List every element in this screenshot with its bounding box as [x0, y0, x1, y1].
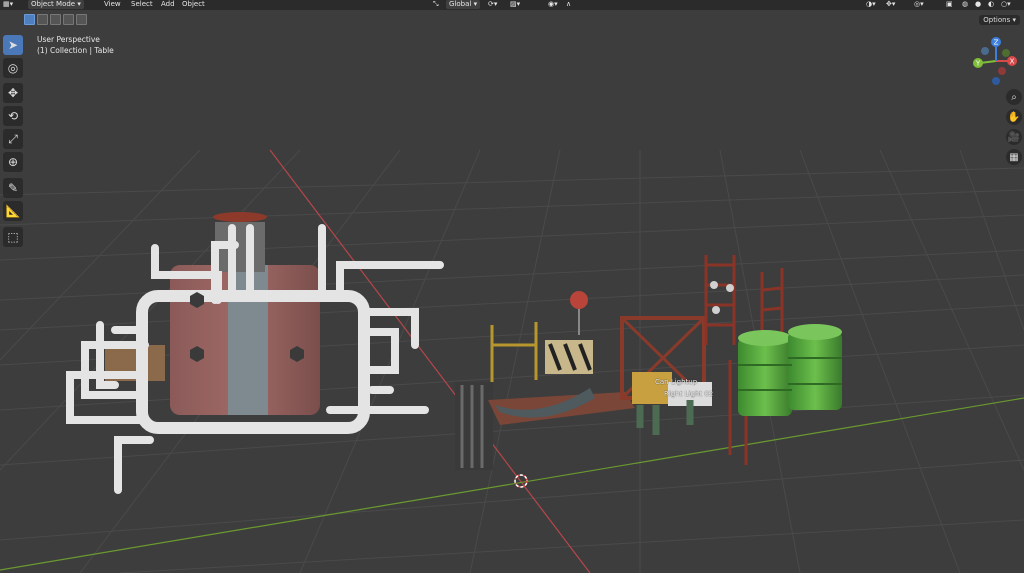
select-intersect-icon[interactable]	[76, 14, 87, 25]
select-new-icon[interactable]	[24, 14, 35, 25]
xray-icon[interactable]: ▣	[946, 0, 953, 9]
navigation-gizmo[interactable]: X Y Z	[970, 35, 1022, 87]
green-tanks	[738, 324, 842, 416]
snap-icon[interactable]: ▨▾	[510, 0, 520, 9]
visibility-icon[interactable]: ◑▾	[866, 0, 876, 9]
select-extend-icon[interactable]	[37, 14, 48, 25]
scale-icon[interactable]: ⤢	[3, 129, 23, 149]
add-cube-icon[interactable]: ⬚	[3, 227, 23, 247]
object-label-lightup: Can Lightup	[655, 378, 698, 386]
proportional-edit-icon[interactable]: ◉▾	[548, 0, 558, 9]
menu-object[interactable]: Object	[182, 0, 205, 9]
options-label: Options	[983, 16, 1011, 24]
mode-dropdown[interactable]: Object Mode ▾	[28, 0, 84, 9]
zoom-icon[interactable]: ⌕	[1006, 89, 1022, 105]
menu-select[interactable]: Select	[131, 0, 153, 9]
viewport-scene[interactable]	[0, 0, 1024, 573]
gizmo-neg-x-icon	[998, 67, 1006, 75]
camera-icon[interactable]: 🎥	[1006, 129, 1022, 145]
select-subtract-icon[interactable]	[50, 14, 61, 25]
gizmo-z-label: Z	[994, 39, 999, 47]
falloff-icon[interactable]: ∧	[566, 0, 571, 9]
transform-orientation-dropdown[interactable]: Global ▾	[446, 0, 481, 9]
gizmo-neg-y-icon	[1002, 49, 1010, 57]
viewport-header: ▦▾ Object Mode ▾ View Select Add Object …	[0, 0, 1024, 10]
options-dropdown[interactable]: Options ▾	[979, 15, 1020, 25]
pan-hand-icon[interactable]: ✋	[1006, 109, 1022, 125]
gizmo-neg-z-icon	[981, 47, 989, 55]
3d-viewport[interactable]: Can Lightup Right Light 02	[0, 0, 1024, 573]
shading-rendered-icon[interactable]: ○▾	[1001, 0, 1011, 9]
gizmo-neg-z-bottom-icon	[992, 77, 1000, 85]
move-icon[interactable]: ✥	[3, 83, 23, 103]
overlays-icon[interactable]: ◎▾	[914, 0, 924, 9]
ortho-grid-icon[interactable]: ▦	[1006, 149, 1022, 165]
pivot-icon[interactable]: ⟳▾	[488, 0, 497, 9]
collection-label: (1) Collection | Table	[37, 46, 114, 55]
transform-orientation-icon[interactable]: ⤡	[433, 0, 439, 9]
transform-icon[interactable]: ⊕	[3, 152, 23, 172]
menu-add[interactable]: Add	[161, 0, 175, 9]
shading-material-icon[interactable]: ◐	[988, 0, 994, 9]
annotate-icon[interactable]: ✎	[3, 178, 23, 198]
shading-wireframe-icon[interactable]: ◍	[962, 0, 968, 9]
menu-view[interactable]: View	[104, 0, 121, 9]
transform-orientation-label: Global	[449, 0, 472, 8]
gizmo-toggle-icon[interactable]: ✥▾	[886, 0, 895, 9]
measure-icon[interactable]: 📐	[3, 201, 23, 221]
gizmo-x-label: X	[1010, 58, 1015, 66]
rotate-icon[interactable]: ⟲	[3, 106, 23, 126]
cursor-icon[interactable]: ◎	[3, 58, 23, 78]
shading-solid-icon[interactable]: ●	[975, 0, 981, 9]
select-box-icon[interactable]: ➤	[3, 35, 23, 55]
gizmo-y-label: Y	[975, 60, 981, 68]
editor-type-dropdown[interactable]: ▦▾	[3, 0, 13, 9]
mode-label: Object Mode	[31, 0, 76, 8]
object-label-right-light: Right Light 02	[664, 390, 714, 398]
perspective-label: User Perspective	[37, 35, 100, 44]
select-invert-icon[interactable]	[63, 14, 74, 25]
